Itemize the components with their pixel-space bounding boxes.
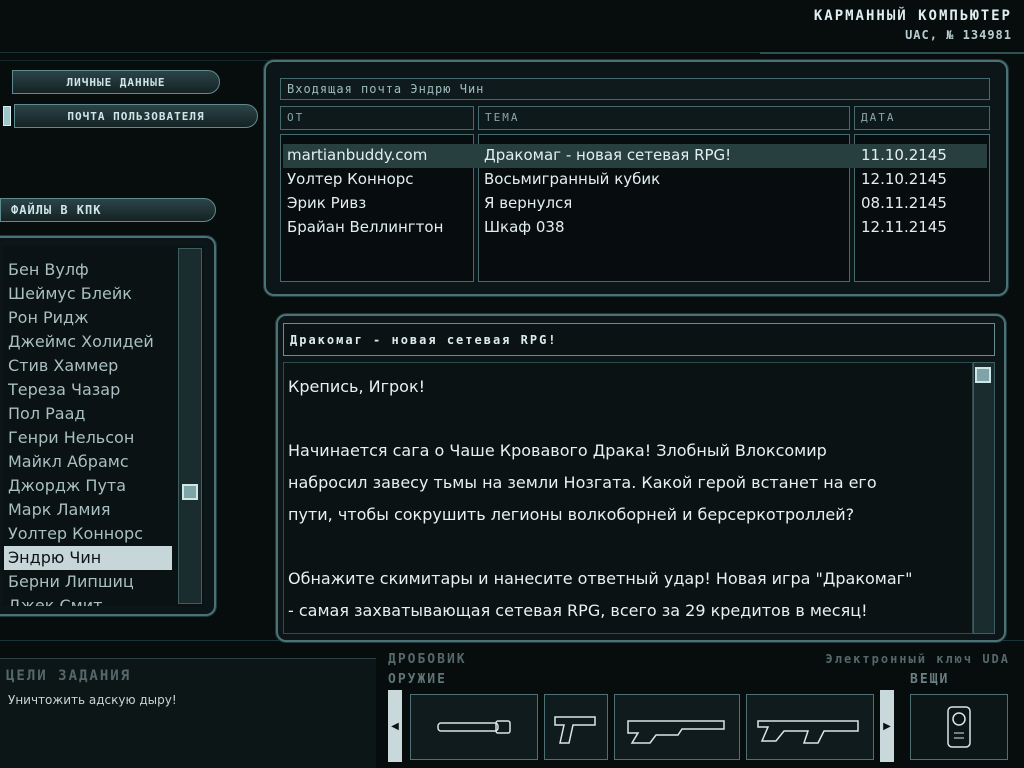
file-item[interactable]: Генри Нельсон: [8, 426, 176, 450]
message-line: Крепись, Игрок!: [288, 377, 426, 396]
message-title: Дракомаг - новая сетевая RPG!: [283, 323, 995, 356]
message-body[interactable]: Крепись, Игрок! Начинается сага о Чаше К…: [283, 362, 973, 634]
mail-row-selected[interactable]: martianbuddy.com Дракомаг - новая сетева…: [283, 144, 987, 168]
message-line: Обнажите скимитары и нанесите ответный у…: [288, 569, 913, 588]
file-item[interactable]: Берни Липшиц: [8, 570, 176, 594]
weapon-slot-pistol[interactable]: [544, 694, 608, 760]
file-item[interactable]: Бен Вулф: [8, 258, 176, 282]
file-item[interactable]: Рон Ридж: [8, 306, 176, 330]
files-list: Бен Вулф Шеймус Блейк Рон Ридж Джеймс Хо…: [2, 246, 204, 606]
message-line: - самая захватывающая сетевая RPG, всего…: [288, 601, 868, 620]
mail-row[interactable]: Эрик Ривз Я вернулся 08.11.2145: [283, 192, 987, 216]
file-item[interactable]: Марк Ламия: [8, 498, 176, 522]
weapons-label: ОРУЖИЕ: [388, 672, 447, 687]
keycard-icon: [947, 706, 971, 748]
mail-subject: Восьмигранный кубик: [484, 170, 661, 188]
personal-data-button[interactable]: ЛИЧНЫЕ ДАННЫЕ: [12, 70, 220, 94]
items-label: ВЕЩИ: [910, 672, 950, 687]
file-item[interactable]: Майкл Абрамс: [8, 450, 176, 474]
mail-date: 08.11.2145: [861, 194, 947, 212]
pda-serial: UAC, № 134981: [905, 28, 1012, 42]
files-scroll-thumb[interactable]: [182, 484, 198, 500]
mail-from: Уолтер Коннорс: [287, 170, 414, 188]
column-subject-header[interactable]: ТЕМА: [478, 106, 850, 130]
mail-row[interactable]: Уолтер Коннорс Восьмигранный кубик 12.10…: [283, 168, 987, 192]
current-item: Электронный ключ UDA: [825, 652, 1010, 666]
column-from-header[interactable]: ОТ: [280, 106, 474, 130]
file-item[interactable]: Стив Хаммер: [8, 354, 176, 378]
machinegun-icon: [757, 720, 859, 744]
mail-active-indicator: [3, 106, 11, 126]
objective-text: Уничтожить адскую дыру!: [8, 693, 177, 707]
objectives-title: ЦЕЛИ ЗАДАНИЯ: [6, 668, 132, 684]
file-item[interactable]: Джек Смит: [8, 594, 176, 606]
shotgun-icon: [627, 720, 725, 744]
pistol-icon: [554, 716, 596, 744]
mail-from: martianbuddy.com: [287, 146, 428, 164]
column-date-header[interactable]: ДАТА: [854, 106, 990, 130]
mail-subject: Я вернулся: [484, 194, 573, 212]
mail-subject: Дракомаг - новая сетевая RPG!: [484, 146, 732, 164]
file-item[interactable]: Шеймус Блейк: [8, 282, 176, 306]
file-item[interactable]: Джеймс Холидей: [8, 330, 176, 354]
files-scrollbar[interactable]: [178, 248, 202, 604]
mail-from: Эрик Ривз: [287, 194, 367, 212]
weapons-prev-arrow-icon[interactable]: ◀: [388, 690, 402, 762]
message-scroll-thumb[interactable]: [975, 367, 991, 383]
file-item[interactable]: Пол Раад: [8, 402, 176, 426]
item-slot-keycard[interactable]: [910, 694, 1008, 760]
files-header: ФАЙЛЫ В КПК: [0, 198, 216, 222]
file-item[interactable]: Уолтер Коннорс: [8, 522, 176, 546]
mail-date: 11.10.2145: [861, 146, 947, 164]
weapons-next-arrow-icon[interactable]: ▶: [880, 690, 894, 762]
message-line: набросил завесу тьмы на земли Нозгата. К…: [288, 473, 877, 492]
current-weapon: ДРОБОВИК: [388, 652, 467, 667]
message-line: пути, чтобы сокрушить легионы волкоборне…: [288, 505, 855, 524]
flashlight-icon: [437, 720, 511, 734]
mail-subject: Шкаф 038: [484, 218, 565, 236]
file-item[interactable]: Джордж Пута: [8, 474, 176, 498]
weapon-slot-machinegun[interactable]: [746, 694, 874, 760]
message-scrollbar[interactable]: [973, 362, 995, 634]
inbox-title: Входящая почта Эндрю Чин: [280, 78, 990, 100]
pda-title: КАРМАННЫЙ КОМПЬЮТЕР: [813, 8, 1012, 24]
weapon-slot-flashlight[interactable]: [410, 694, 538, 760]
weapon-slot-shotgun[interactable]: [614, 694, 740, 760]
mail-row[interactable]: Брайан Веллингтон Шкаф 038 12.11.2145: [283, 216, 987, 240]
mail-date: 12.10.2145: [861, 170, 947, 188]
file-item[interactable]: Тереза Чазар: [8, 378, 176, 402]
mail-from: Брайан Веллингтон: [287, 218, 444, 236]
user-mail-button[interactable]: ПОЧТА ПОЛЬЗОВАТЕЛЯ: [14, 104, 258, 128]
message-line: Начинается сага о Чаше Кровавого Драка! …: [288, 441, 827, 460]
file-item-selected[interactable]: Эндрю Чин: [4, 546, 172, 570]
mail-date: 12.11.2145: [861, 218, 947, 236]
